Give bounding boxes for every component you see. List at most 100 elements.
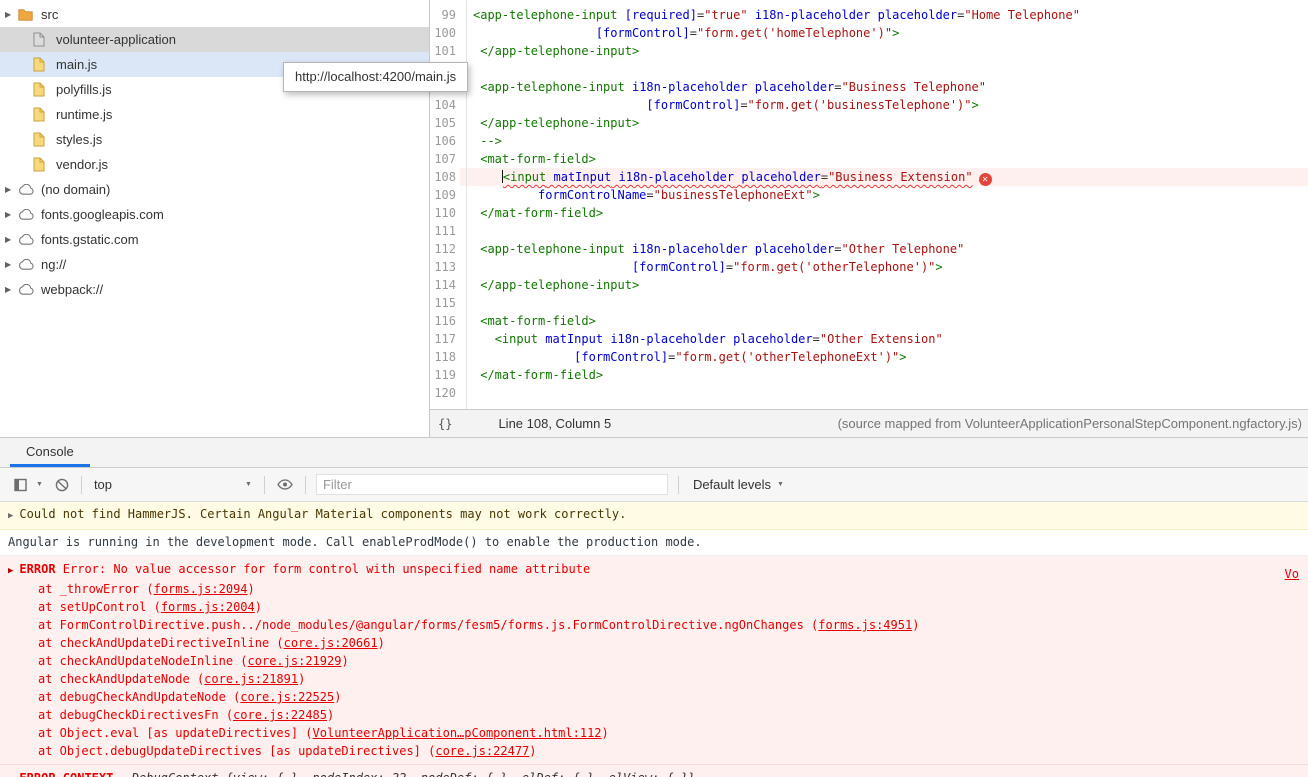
disclosure-arrow-icon[interactable]: ▶ (5, 210, 18, 219)
pretty-print-button[interactable]: {} (438, 417, 452, 431)
expand-triangle-icon[interactable]: ▶ (8, 771, 13, 777)
code-text[interactable]: --> (460, 132, 1308, 150)
code-text[interactable]: </app-telephone-input> (460, 276, 1308, 294)
error-prefix: ERROR (19, 562, 56, 576)
line-number[interactable]: 113 (430, 258, 460, 276)
code-text[interactable]: <app-telephone-input i18n-placeholder pl… (460, 240, 1308, 258)
source-location-link[interactable]: VolunteerApplication…pComponent.html:112 (313, 726, 602, 740)
code-text[interactable]: <app-telephone-input [required]="true" i… (460, 6, 1308, 24)
code-text[interactable]: </app-telephone-input> (460, 42, 1308, 60)
source-location-link[interactable]: core.js:21891 (204, 672, 298, 686)
code-text[interactable]: <mat-form-field> (460, 312, 1308, 330)
console-message-error: ▶ ERROR Error: No value accessor for form… (0, 556, 1308, 765)
line-number[interactable]: 111 (430, 222, 460, 240)
code-text[interactable]: </mat-form-field> (460, 366, 1308, 384)
code-text[interactable]: </app-telephone-input> (460, 114, 1308, 132)
code-text[interactable]: <input matInput i18n-placeholder placeho… (460, 168, 1308, 186)
stack-text: at checkAndUpdateDirectiveInline ( (38, 636, 284, 650)
code-text[interactable]: [formControl]="form.get('otherTelephoneE… (460, 348, 1308, 366)
sidebar-item-styles-js[interactable]: styles.js (0, 127, 429, 152)
code-token: [formControl] (646, 98, 741, 112)
sidebar-item-volunteer-application[interactable]: volunteer-application (0, 27, 429, 52)
disclosure-arrow-icon[interactable]: ▶ (5, 185, 18, 194)
code-text[interactable]: <app-telephone-input i18n-placeholder pl… (460, 78, 1308, 96)
stack-frame: at debugCheckAndUpdateNode (core.js:2252… (8, 688, 1300, 706)
line-number[interactable]: 110 (430, 204, 460, 222)
sidebar-item-vendor-js[interactable]: vendor.js (0, 152, 429, 177)
line-number[interactable]: 120 (430, 384, 460, 402)
file-js-icon (33, 132, 52, 147)
code-text[interactable] (460, 384, 1308, 402)
code-text[interactable] (460, 222, 1308, 240)
code-line: 107 <mat-form-field> (430, 150, 1308, 168)
cloud-icon (18, 184, 37, 195)
line-number[interactable]: 108 (430, 168, 460, 186)
disclosure-arrow-icon[interactable]: ▶ (5, 285, 18, 294)
live-expression-button[interactable] (277, 479, 293, 490)
code-token: > (971, 98, 979, 112)
line-number[interactable]: 104 (430, 96, 460, 114)
filter-input[interactable] (315, 474, 668, 495)
tab-console[interactable]: Console (10, 438, 90, 467)
line-number[interactable]: 118 (430, 348, 460, 366)
sidebar-item-src[interactable]: ▶ src (0, 2, 429, 27)
code-text[interactable]: <mat-form-field> (460, 150, 1308, 168)
code-text[interactable]: [formControl]="form.get('otherTelephone'… (460, 258, 1308, 276)
source-location-link[interactable]: core.js:22525 (240, 690, 334, 704)
sidebar-item-fonts-googleapis-com[interactable]: ▶ fonts.googleapis.com (0, 202, 429, 227)
expand-triangle-icon[interactable]: ▶ (121, 771, 126, 777)
sidebar-item-fonts-gstatic-com[interactable]: ▶ fonts.gstatic.com (0, 227, 429, 252)
code-text[interactable]: formControlName="businessTelephoneExt"> (460, 186, 1308, 204)
line-number[interactable]: 116 (430, 312, 460, 330)
source-location-link[interactable]: forms.js:2094 (154, 582, 248, 596)
line-number[interactable]: 119 (430, 366, 460, 384)
source-location-link[interactable]: core.js:22485 (233, 708, 327, 722)
console-sidebar-toggle-button[interactable]: ▼ (14, 478, 43, 492)
expand-triangle-icon[interactable]: ▶ (8, 508, 13, 525)
sidebar-item-webpack[interactable]: ▶ webpack:// (0, 277, 429, 302)
code-token: i18n-placeholder (610, 332, 726, 346)
disclosure-arrow-icon[interactable]: ▶ (5, 235, 18, 244)
code-token: </mat-form-field> (480, 368, 604, 382)
source-location-link[interactable]: Vo (1285, 565, 1299, 583)
message-first-line: ▶ ERROR Error: No value accessor for form… (8, 560, 1300, 583)
clear-console-button[interactable] (55, 478, 69, 492)
code-text[interactable]: <input matInput i18n-placeholder placeho… (460, 330, 1308, 348)
code-area[interactable]: 99 <app-telephone-input [required]="true"… (430, 0, 1308, 409)
sidebar-item-runtime-js[interactable]: runtime.js (0, 102, 429, 127)
source-location-link[interactable]: core.js:20661 (284, 636, 378, 650)
disclosure-arrow-icon[interactable]: ▶ (5, 10, 18, 19)
code-text[interactable]: [formControl]="form.get('homeTelephone')… (460, 24, 1308, 42)
stack-text: ) (327, 708, 335, 722)
sidebar-item-no-domain[interactable]: ▶ (no domain) (0, 177, 429, 202)
line-number[interactable]: 100 (430, 24, 460, 42)
line-number[interactable]: 107 (430, 150, 460, 168)
line-number[interactable]: 106 (430, 132, 460, 150)
log-levels-dropdown[interactable]: Default levels ▼ (685, 477, 792, 492)
code-text[interactable] (460, 294, 1308, 312)
source-location-link[interactable]: forms.js:4951 (818, 618, 912, 632)
line-number[interactable]: 105 (430, 114, 460, 132)
line-number[interactable]: 99 (430, 6, 460, 24)
sidebar-item-label: styles.js (56, 132, 103, 147)
code-text[interactable] (460, 60, 1308, 78)
line-number[interactable]: 115 (430, 294, 460, 312)
sidebar-item-ng[interactable]: ▶ ng:// (0, 252, 429, 277)
line-number[interactable]: 109 (430, 186, 460, 204)
source-location-link[interactable]: core.js:21929 (248, 654, 342, 668)
source-location-link[interactable]: forms.js:2004 (161, 600, 255, 614)
line-number[interactable]: 112 (430, 240, 460, 258)
frame-context-selector[interactable]: top ▼ (88, 477, 258, 492)
line-number[interactable]: 117 (430, 330, 460, 348)
code-token: "form.get('otherTelephoneExt')" (675, 350, 900, 364)
line-number[interactable]: 114 (430, 276, 460, 294)
expand-triangle-icon[interactable]: ▶ (8, 562, 13, 580)
disclosure-arrow-icon[interactable]: ▶ (5, 260, 18, 269)
code-text[interactable]: </mat-form-field> (460, 204, 1308, 222)
stack-text: at checkAndUpdateNode ( (38, 672, 205, 686)
line-number[interactable]: 101 (430, 42, 460, 60)
code-text[interactable]: [formControl]="form.get('businessTelepho… (460, 96, 1308, 114)
source-location-link[interactable]: core.js:22477 (435, 744, 529, 758)
toolbar-divider (304, 475, 306, 494)
